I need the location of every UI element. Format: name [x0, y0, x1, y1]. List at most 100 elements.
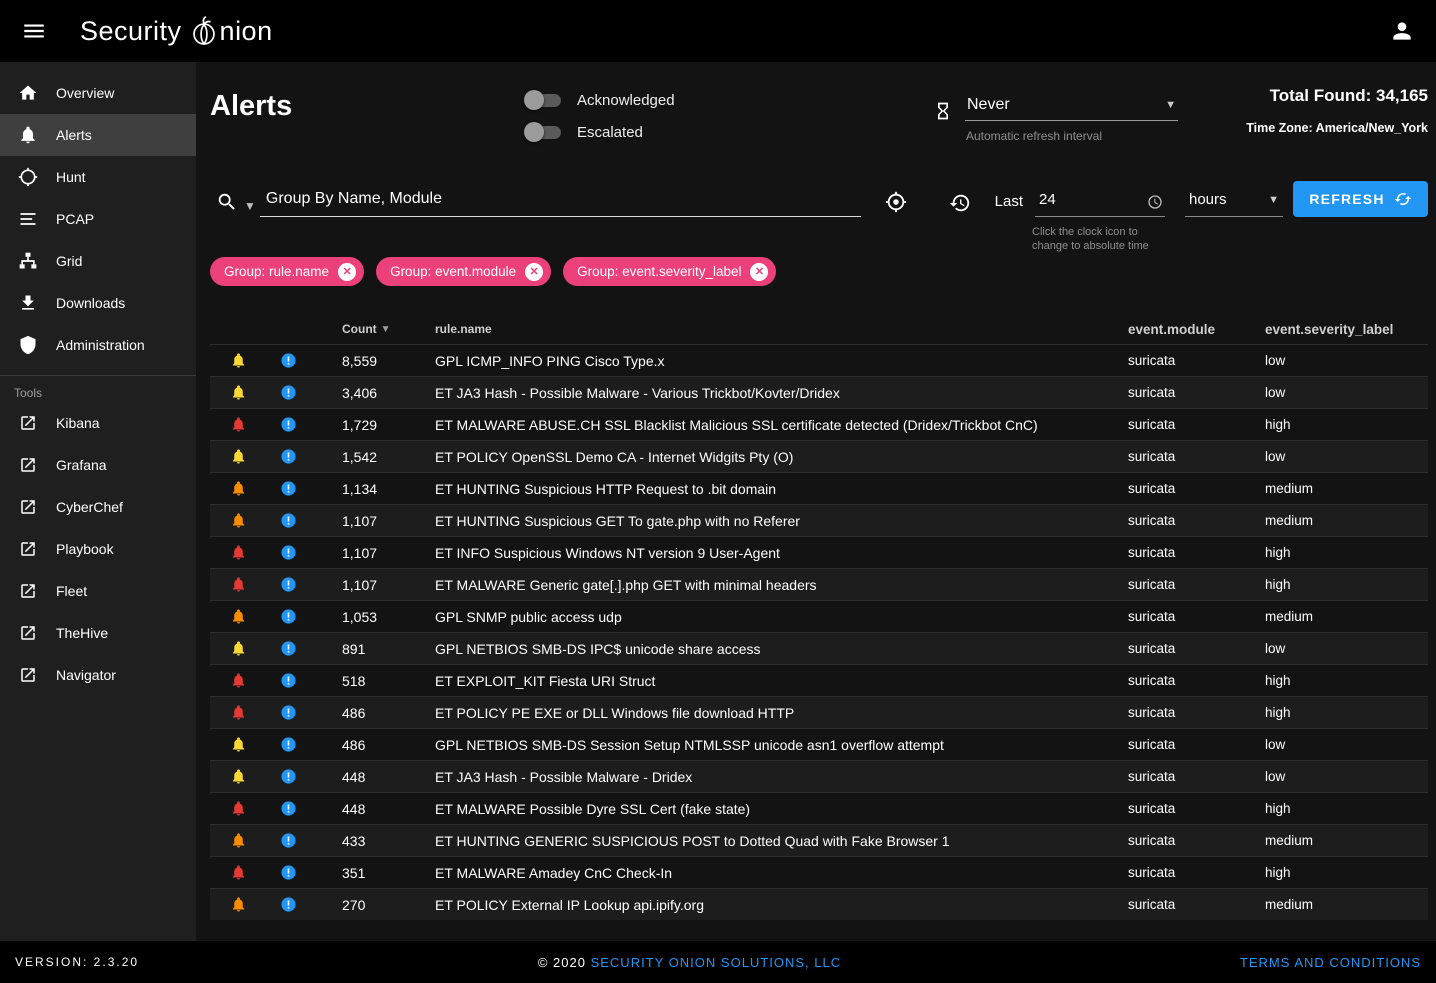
table-row[interactable]: 1,107 ET MALWARE Generic gate[.].php GET…: [210, 568, 1428, 600]
row-severity[interactable]: high: [1265, 865, 1428, 880]
crosshairs-gps-icon[interactable]: [885, 191, 907, 213]
column-header-rule-name[interactable]: rule.name: [410, 322, 1128, 336]
chip-close-icon[interactable]: ✕: [525, 263, 543, 281]
table-row[interactable]: 351 ET MALWARE Amadey CnC Check-In suric…: [210, 856, 1428, 888]
info-icon[interactable]: [280, 512, 297, 529]
sidebar-item-cyberchef[interactable]: CyberChef: [0, 486, 196, 528]
row-rule-name[interactable]: ET POLICY PE EXE or DLL Windows file dow…: [410, 705, 1128, 721]
severity-bell-icon[interactable]: [230, 416, 247, 433]
severity-bell-icon[interactable]: [230, 768, 247, 785]
row-count[interactable]: 448: [310, 801, 410, 817]
sidebar-item-playbook[interactable]: Playbook: [0, 528, 196, 570]
row-severity[interactable]: high: [1265, 577, 1428, 592]
info-icon[interactable]: [280, 768, 297, 785]
search-input[interactable]: [260, 186, 861, 217]
refresh-interval-select[interactable]: Never ▼: [965, 94, 1178, 121]
row-rule-name[interactable]: ET HUNTING Suspicious HTTP Request to .b…: [410, 481, 1128, 497]
row-severity[interactable]: low: [1265, 385, 1428, 400]
row-rule-name[interactable]: ET JA3 Hash - Possible Malware - Dridex: [410, 769, 1128, 785]
row-rule-name[interactable]: GPL NETBIOS SMB-DS Session Setup NTMLSSP…: [410, 737, 1128, 753]
info-icon[interactable]: [280, 800, 297, 817]
row-module[interactable]: suricata: [1128, 449, 1265, 464]
chip-close-icon[interactable]: ✕: [338, 263, 356, 281]
sidebar-item-alerts[interactable]: Alerts: [0, 114, 196, 156]
table-row[interactable]: 1,107 ET INFO Suspicious Windows NT vers…: [210, 536, 1428, 568]
row-count[interactable]: 518: [310, 673, 410, 689]
row-count[interactable]: 1,053: [310, 609, 410, 625]
refresh-button[interactable]: REFRESH: [1293, 181, 1428, 217]
severity-bell-icon[interactable]: [230, 384, 247, 401]
row-module[interactable]: suricata: [1128, 577, 1265, 592]
info-icon[interactable]: [280, 416, 297, 433]
info-icon[interactable]: [280, 544, 297, 561]
severity-bell-icon[interactable]: [230, 544, 247, 561]
sidebar-item-thehive[interactable]: TheHive: [0, 612, 196, 654]
table-row[interactable]: 486 ET POLICY PE EXE or DLL Windows file…: [210, 696, 1428, 728]
info-icon[interactable]: [280, 480, 297, 497]
row-module[interactable]: suricata: [1128, 353, 1265, 368]
table-row[interactable]: 486 GPL NETBIOS SMB-DS Session Setup NTM…: [210, 728, 1428, 760]
row-severity[interactable]: low: [1265, 353, 1428, 368]
severity-bell-icon[interactable]: [230, 512, 247, 529]
row-module[interactable]: suricata: [1128, 481, 1265, 496]
row-rule-name[interactable]: GPL NETBIOS SMB-DS IPC$ unicode share ac…: [410, 641, 1128, 657]
row-rule-name[interactable]: ET MALWARE Generic gate[.].php GET with …: [410, 577, 1128, 593]
time-unit-select[interactable]: hours ▼: [1185, 187, 1283, 217]
info-icon[interactable]: [280, 704, 297, 721]
severity-bell-icon[interactable]: [230, 704, 247, 721]
row-count[interactable]: 8,559: [310, 353, 410, 369]
sidebar-item-navigator[interactable]: Navigator: [0, 654, 196, 696]
chip-close-icon[interactable]: ✕: [750, 263, 768, 281]
row-module[interactable]: suricata: [1128, 705, 1265, 720]
row-severity[interactable]: medium: [1265, 897, 1428, 912]
row-module[interactable]: suricata: [1128, 769, 1265, 784]
row-rule-name[interactable]: ET MALWARE Amadey CnC Check-In: [410, 865, 1128, 881]
row-severity[interactable]: low: [1265, 641, 1428, 656]
info-icon[interactable]: [280, 448, 297, 465]
info-icon[interactable]: [280, 832, 297, 849]
table-row[interactable]: 433 ET HUNTING GENERIC SUSPICIOUS POST t…: [210, 824, 1428, 856]
table-row[interactable]: 518 ET EXPLOIT_KIT Fiesta URI Struct sur…: [210, 664, 1428, 696]
table-row[interactable]: 3,406 ET JA3 Hash - Possible Malware - V…: [210, 376, 1428, 408]
sidebar-item-kibana[interactable]: Kibana: [0, 402, 196, 444]
clock-icon[interactable]: [1147, 194, 1163, 210]
company-link[interactable]: SECURITY ONION SOLUTIONS, LLC: [591, 955, 842, 970]
row-rule-name[interactable]: GPL ICMP_INFO PING Cisco Type.x: [410, 353, 1128, 369]
severity-bell-icon[interactable]: [230, 480, 247, 497]
row-count[interactable]: 433: [310, 833, 410, 849]
row-rule-name[interactable]: ET MALWARE ABUSE.CH SSL Blacklist Malici…: [410, 417, 1128, 433]
table-row[interactable]: 8,559 GPL ICMP_INFO PING Cisco Type.x su…: [210, 344, 1428, 376]
acknowledged-toggle[interactable]: [528, 94, 561, 107]
row-count[interactable]: 448: [310, 769, 410, 785]
row-severity[interactable]: medium: [1265, 513, 1428, 528]
info-icon[interactable]: [280, 736, 297, 753]
row-rule-name[interactable]: ET JA3 Hash - Possible Malware - Various…: [410, 385, 1128, 401]
table-row[interactable]: 1,053 GPL SNMP public access udp suricat…: [210, 600, 1428, 632]
table-row[interactable]: 1,729 ET MALWARE ABUSE.CH SSL Blacklist …: [210, 408, 1428, 440]
sidebar-item-administration[interactable]: Administration: [0, 324, 196, 366]
row-count[interactable]: 1,107: [310, 513, 410, 529]
row-count[interactable]: 1,134: [310, 481, 410, 497]
table-row[interactable]: 270 ET POLICY External IP Lookup api.ipi…: [210, 888, 1428, 920]
escalated-toggle[interactable]: [528, 126, 561, 139]
row-module[interactable]: suricata: [1128, 609, 1265, 624]
row-severity[interactable]: high: [1265, 705, 1428, 720]
sidebar-item-fleet[interactable]: Fleet: [0, 570, 196, 612]
row-module[interactable]: suricata: [1128, 737, 1265, 752]
history-icon[interactable]: [949, 192, 971, 214]
table-row[interactable]: 1,542 ET POLICY OpenSSL Demo CA - Intern…: [210, 440, 1428, 472]
row-severity[interactable]: high: [1265, 673, 1428, 688]
severity-bell-icon[interactable]: [230, 640, 247, 657]
severity-bell-icon[interactable]: [230, 672, 247, 689]
row-severity[interactable]: high: [1265, 545, 1428, 560]
info-icon[interactable]: [280, 576, 297, 593]
row-rule-name[interactable]: GPL SNMP public access udp: [410, 609, 1128, 625]
account-icon[interactable]: [1382, 11, 1422, 51]
time-range-input[interactable]: [1035, 187, 1135, 216]
table-row[interactable]: 448 ET JA3 Hash - Possible Malware - Dri…: [210, 760, 1428, 792]
severity-bell-icon[interactable]: [230, 608, 247, 625]
sidebar-item-hunt[interactable]: Hunt: [0, 156, 196, 198]
row-severity[interactable]: high: [1265, 801, 1428, 816]
sidebar-item-pcap[interactable]: PCAP: [0, 198, 196, 240]
table-row[interactable]: 891 GPL NETBIOS SMB-DS IPC$ unicode shar…: [210, 632, 1428, 664]
